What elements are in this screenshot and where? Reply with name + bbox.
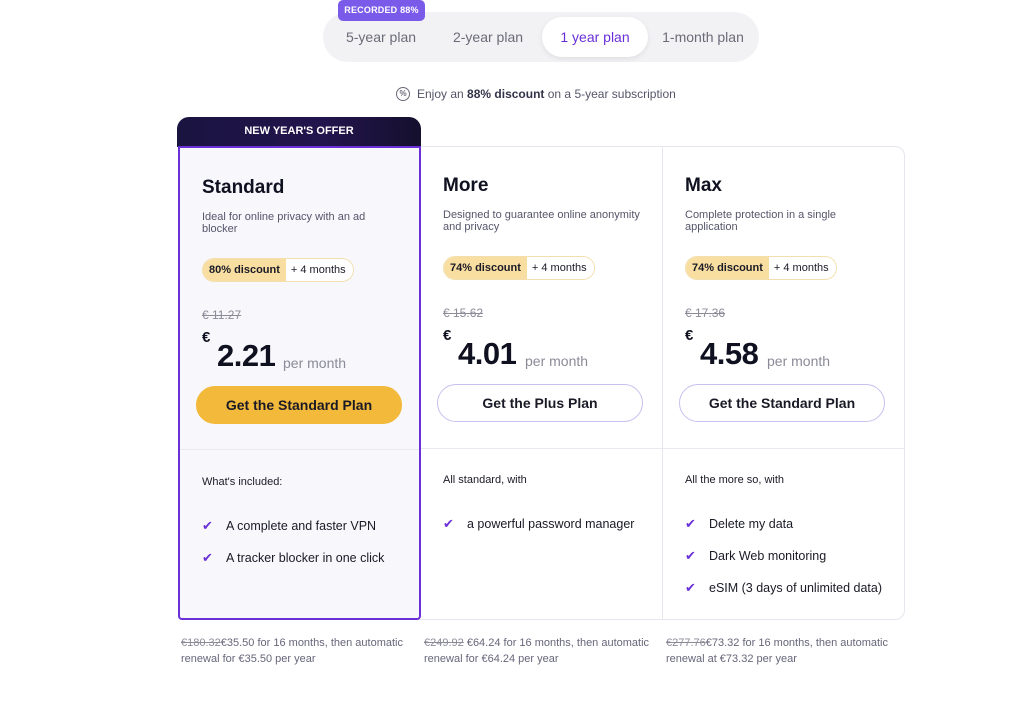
discount-percent: 74% discount [444,257,527,279]
feature-label: a powerful password manager [467,517,635,531]
renewal-note-standard: €180.32€35.50 for 16 months, then automa… [181,635,411,667]
renewal-note-max: €277.76€73.32 for 16 months, then automa… [666,635,896,667]
old-price: € 11.27 [202,308,242,322]
included-title: What's included: [202,476,283,488]
check-icon: ✔ [685,580,696,595]
feature-label: eSIM (3 days of unlimited data) [709,581,882,595]
renewal-old-price: €180.32 [181,637,221,649]
monthly-price: 2.21 [217,338,276,373]
check-icon: ✔ [685,548,696,563]
tab-2-year-plan[interactable]: 2-year plan [438,17,538,57]
feature-item: ✔ Delete my data [685,508,882,540]
new-year-offer-banner: NEW YEAR'S OFFER [177,117,421,147]
feature-item: ✔ a powerful password manager [443,508,634,540]
feature-label: A tracker blocker in one click [226,551,385,565]
currency-symbol: € [685,327,694,344]
card-divider [180,449,419,450]
tab-1-year-plan[interactable]: 1 year plan [542,17,648,57]
included-title: All the more so, with [685,474,785,486]
feature-label: A complete and faster VPN [226,519,377,533]
monthly-price: 4.01 [458,336,517,371]
note-prefix: Enjoy an [417,87,464,101]
plan-name: Standard [202,177,285,198]
extra-months: + 4 months [526,257,594,279]
card-divider [421,448,662,449]
pricing-cards: Standard Ideal for online privacy with a… [178,146,905,620]
feature-item: ✔ Dark Web monitoring [685,540,882,572]
percent-icon: % [396,87,410,101]
extra-months: + 4 months [768,257,836,279]
check-icon: ✔ [202,518,213,533]
plan-description: Complete protection in a single applicat… [685,209,837,233]
discount-percent: 80% discount [203,259,286,281]
feature-item: ✔ A tracker blocker in one click [202,542,384,574]
check-icon: ✔ [443,516,454,531]
discount-badge: 80% discount + 4 months [202,258,354,282]
get-plus-plan-button[interactable]: Get the Plus Plan [437,384,643,422]
check-icon: ✔ [685,516,696,531]
feature-item: ✔ A complete and faster VPN [202,510,384,542]
feature-label: Delete my data [709,517,794,531]
extra-months: + 4 months [285,259,353,281]
feature-label: Dark Web monitoring [709,549,827,563]
check-icon: ✔ [202,550,213,565]
included-title: All standard, with [443,474,527,486]
discount-note: % Enjoy an 88% discount on a 5-year subs… [396,85,676,103]
discount-percent: 74% discount [686,257,769,279]
currency-symbol: € [202,329,211,346]
plan-card-max: Max Complete protection in a single appl… [663,146,905,620]
recorded-discount-badge: RECORDED 88% [338,0,425,21]
plan-description: Ideal for online privacy with an ad bloc… [202,211,366,235]
per-month-label: per month [767,353,831,369]
plan-card-standard: Standard Ideal for online privacy with a… [178,146,421,620]
old-price: € 15.62 [443,306,484,320]
old-price: € 17.36 [685,306,726,320]
renewal-note-more: €249.92 €64.24 for 16 months, then autom… [424,635,654,667]
get-max-plan-button[interactable]: Get the Standard Plan [679,384,885,422]
get-standard-plan-button[interactable]: Get the Standard Plan [196,386,402,424]
per-month-label: per month [525,353,589,369]
currency-symbol: € [443,327,452,344]
renewal-old-price: €249.92 [424,637,464,649]
per-month-label: per month [283,355,347,371]
tab-5-year-plan[interactable]: 5-year plan [331,17,431,57]
discount-badge: 74% discount + 4 months [685,256,837,280]
plan-name: Max [685,175,722,196]
note-highlight: 88% discount [467,87,545,101]
feature-list: ✔ Delete my data ✔ Dark Web monitoring ✔ eS… [685,508,882,604]
feature-list: ✔ a powerful password manager [443,508,634,540]
plan-card-more: More Designed to guarantee online anonym… [421,146,663,620]
monthly-price: 4.58 [700,336,759,371]
tab-1-month-plan[interactable]: 1-month plan [653,17,753,57]
discount-badge: 74% discount + 4 months [443,256,595,280]
feature-list: ✔ A complete and faster VPN ✔ A tracker bl… [202,510,384,574]
card-divider [663,448,905,449]
note-suffix: on a 5-year subscription [547,87,676,101]
renewal-old-price: €277.76 [666,637,706,649]
feature-item: ✔ eSIM (3 days of unlimited data) [685,572,882,604]
plan-name: More [443,175,489,196]
plan-description: Designed to guarantee online anonymity a… [443,209,640,233]
